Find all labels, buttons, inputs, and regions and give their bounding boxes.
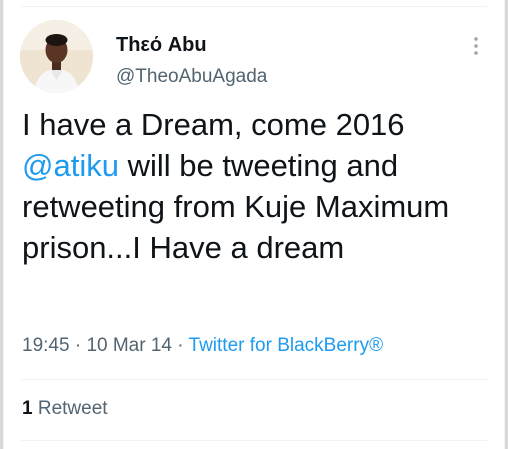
more-vertical-icon[interactable] (466, 34, 486, 58)
meta-separator: · (69, 335, 87, 356)
tweet-text: I have a Dream, come 2016 @atiku will be… (22, 104, 492, 268)
tweet-time[interactable]: 19:45 (22, 335, 70, 356)
avatar[interactable] (20, 20, 93, 93)
divider (21, 440, 487, 441)
tweet-source-link[interactable]: Twitter for BlackBerry® (189, 335, 384, 356)
mention-link[interactable]: @atiku (22, 148, 119, 183)
retweet-count: 1 (22, 398, 33, 419)
retweet-stats[interactable]: 1 Retweet (22, 398, 108, 420)
meta-separator: · (171, 335, 189, 356)
author-handle[interactable]: @TheoAbuAgada (116, 66, 267, 88)
divider (21, 379, 487, 380)
retweet-label: Retweet (37, 398, 108, 419)
tweet-card: Thεό Abu @TheoAbuAgada I have a Dream, c… (3, 0, 505, 449)
top-divider (21, 6, 487, 7)
author-name[interactable]: Thεό Abu (116, 34, 207, 57)
tweet-text-start: I have a Dream, come 2016 (22, 107, 405, 142)
tweet-date[interactable]: 10 Mar 14 (86, 335, 172, 356)
tweet-metadata: 19:45 · 10 Mar 14 · Twitter for BlackBer… (22, 335, 383, 357)
avatar-image (20, 20, 93, 93)
